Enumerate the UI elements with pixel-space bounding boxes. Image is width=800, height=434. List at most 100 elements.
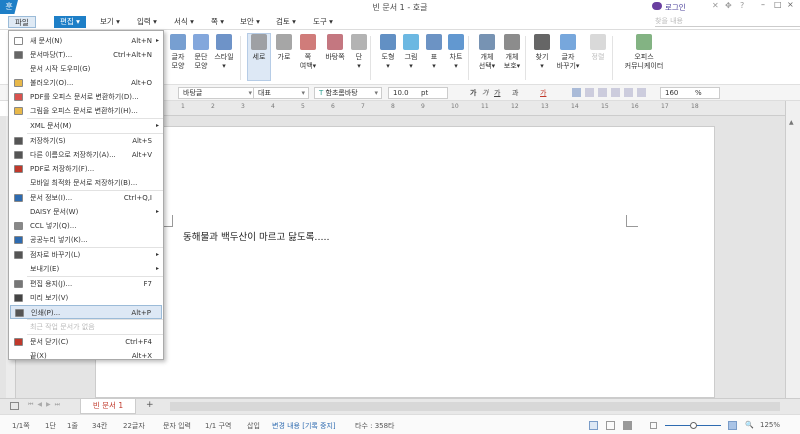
zoom-slider-handle[interactable] — [690, 422, 697, 429]
ribbon-shape-button[interactable]: 도형 ▾ — [376, 34, 400, 71]
view-page-icon[interactable] — [589, 421, 598, 430]
file-menu-item[interactable]: 편집 용지(J)... F7 — [10, 277, 162, 291]
file-menu-item[interactable]: 저장하기(S) Alt+S — [10, 134, 162, 148]
ruler-tick: 5 — [301, 103, 305, 110]
file-menu-item[interactable]: 인쇄(P)... Alt+P — [10, 305, 162, 319]
style-select[interactable]: 바탕글 ▾ — [178, 87, 256, 99]
font-select[interactable]: T 함초롬바탕 ▾ — [314, 87, 382, 99]
status-track-changes[interactable]: 변경 내용 [기록 중지] — [272, 421, 336, 431]
align-distribute-icon[interactable] — [624, 88, 633, 97]
ruler-tick: 17 — [661, 103, 669, 110]
zoom-in-icon[interactable] — [728, 421, 737, 430]
image-convert-icon — [14, 107, 23, 115]
menu-insert[interactable]: 입력 ▾ — [131, 16, 163, 28]
file-menu-item[interactable]: 점자로 바꾸기(L) ▸ — [10, 248, 162, 262]
close-button[interactable]: × — [787, 0, 794, 9]
zoom-search-icon[interactable]: 🔍 — [745, 421, 754, 429]
italic-button[interactable]: 가 — [482, 88, 488, 98]
ruler-tick: 9 — [421, 103, 425, 110]
ribbon-object-select-button[interactable]: 개체 선택▾ — [475, 34, 499, 71]
file-menu-item[interactable]: DAISY 문서(W) ▸ — [10, 205, 162, 219]
file-menu-item[interactable]: PDF를 오피스 문서로 변환하기(D)... — [10, 90, 162, 104]
tab-current-document[interactable]: 빈 문서 1 — [80, 399, 136, 414]
maximize-button[interactable]: □ — [774, 0, 782, 9]
tab-list-icon[interactable] — [10, 402, 19, 410]
menu-view[interactable]: 보기 ▾ — [94, 16, 126, 28]
menu-file[interactable]: 파일 — [8, 16, 36, 28]
ribbon-char-shape-button[interactable]: 글자 모양 — [166, 34, 190, 71]
horizontal-ruler[interactable]: 1 2 3 4 5 6 7 8 9 10 11 12 13 14 15 16 17 18 — [160, 101, 785, 116]
file-menu-item[interactable]: 문서 시작 도우미(G) — [10, 62, 162, 76]
file-menu-item[interactable]: 보내기(E) ▸ — [10, 262, 162, 276]
ribbon-chart-button[interactable]: 차트 ▾ — [444, 34, 468, 71]
tab-nav-arrows[interactable]: ⏮◀▶⏭ — [28, 401, 64, 409]
ribbon-para-shape-button[interactable]: 문단 모양 — [189, 34, 213, 71]
language-select[interactable]: 대표 ▾ — [253, 87, 309, 99]
ribbon-columns-button[interactable]: 단 ▾ — [347, 34, 371, 71]
ribbon-portrait-button[interactable]: 세로 — [247, 33, 271, 81]
status-zoom[interactable]: 125% — [760, 421, 780, 429]
menu-edit[interactable]: 편집 ▾ — [54, 16, 86, 28]
minimize-button[interactable]: – — [761, 0, 765, 9]
menu-format[interactable]: 서식 ▾ — [168, 16, 200, 28]
menu-page[interactable]: 쪽 ▾ — [205, 16, 230, 28]
file-menu-item[interactable]: 다른 이름으로 저장하기(A)... Alt+V — [10, 148, 162, 162]
login-button[interactable]: 로그인 — [665, 2, 686, 13]
zoom-out-icon[interactable] — [650, 422, 657, 429]
ribbon-landscape-button[interactable]: 가로 — [272, 34, 296, 62]
vertical-scrollbar[interactable]: ▲ — [785, 101, 800, 398]
status-bar: 1/1쪽 1단 1줄 34칸 22글자 문자 입력 1/1 구역 삽입 변경 내… — [0, 414, 800, 434]
file-menu-item[interactable]: PDF로 저장하기(F)... — [10, 162, 162, 176]
font-color-button[interactable]: 가 — [540, 88, 546, 98]
ribbon-object-protect-button[interactable]: 개체 보호▾ — [500, 34, 524, 71]
table-icon — [426, 34, 442, 50]
file-menu-item[interactable]: 문서 정보(I)... Ctrl+Q,I — [10, 191, 162, 205]
font-size-input[interactable]: 10.0 pt — [388, 87, 448, 99]
bold-button[interactable]: 가 — [470, 88, 476, 98]
file-menu-item[interactable]: 문서 닫기(C) Ctrl+F4 — [10, 335, 162, 349]
move-icon[interactable]: ✥ — [725, 1, 732, 10]
zoom-input[interactable]: 160% — [660, 87, 720, 99]
align-right-icon[interactable] — [611, 88, 620, 97]
ribbon-picture-button[interactable]: 그림 ▾ — [399, 34, 423, 71]
ribbon-replace-button[interactable]: 글자 바꾸기▾ — [556, 34, 580, 71]
underline-button[interactable]: 가 — [494, 88, 500, 98]
strike-button[interactable]: 과 — [512, 88, 518, 98]
scroll-up-icon[interactable]: ▲ — [789, 119, 794, 126]
file-menu-item[interactable]: 문서마당(T)... Ctrl+Alt+N — [10, 48, 162, 62]
ribbon-table-button[interactable]: 표 ▾ — [422, 34, 446, 71]
file-menu-item[interactable]: 새 문서(N) Alt+N ▸ — [10, 34, 162, 48]
align-left-icon[interactable] — [585, 88, 594, 97]
file-menu-item[interactable]: 끝(X) Alt+X — [10, 349, 162, 363]
file-menu-item[interactable]: XML 문서(M) ▸ — [10, 119, 162, 133]
ribbon-communicator-button[interactable]: 오피스 커뮤니케이터 — [620, 34, 668, 71]
ribbon-style-button[interactable]: 스타일 ▾ — [212, 34, 236, 71]
align-justify-icon[interactable] — [572, 88, 581, 97]
menu-tools[interactable]: 도구 ▾ — [307, 16, 339, 28]
find-input[interactable]: 찾을 내용 — [655, 16, 800, 27]
menu-review[interactable]: 검토 ▾ — [270, 16, 302, 28]
horizontal-scrollbar[interactable] — [170, 402, 780, 411]
align-center-icon[interactable] — [598, 88, 607, 97]
ribbon-label: 개체 선택▾ — [478, 53, 496, 70]
help-button[interactable]: ? — [740, 1, 744, 10]
ribbon-master-page-button[interactable]: 바탕쪽 — [323, 34, 347, 62]
file-menu-item[interactable]: CCL 넣기(Q)... — [10, 219, 162, 233]
document-text[interactable]: 동해물과 백두산이 마르고 닳도록..... — [183, 229, 330, 243]
file-menu-item[interactable]: 모바일 최적화 문서로 저장하기(B)... — [10, 176, 162, 190]
view-fullscreen-icon[interactable] — [623, 421, 632, 430]
menu-security[interactable]: 보안 ▾ — [234, 16, 266, 28]
file-menu-item[interactable]: 그림을 오피스 문서로 변환하기(H)... — [10, 104, 162, 118]
shape-icon — [380, 34, 396, 50]
ribbon-margin-button[interactable]: 쪽 여백▾ — [296, 34, 320, 71]
status-insert[interactable]: 삽입 — [247, 421, 260, 431]
fullscreen-icon[interactable]: ✕ — [712, 1, 719, 10]
ribbon-find-button[interactable]: 찾기 ▾ — [530, 34, 554, 71]
file-menu-item[interactable]: 불러오기(O)... Alt+O — [10, 76, 162, 90]
view-two-page-icon[interactable] — [606, 421, 615, 430]
document-page[interactable] — [95, 126, 715, 398]
add-tab-button[interactable]: + — [146, 400, 154, 410]
align-divide-icon[interactable] — [637, 88, 646, 97]
file-menu-item[interactable]: 미리 보기(V) — [10, 291, 162, 305]
file-menu-item[interactable]: 공공누리 넣기(K)... — [10, 233, 162, 247]
